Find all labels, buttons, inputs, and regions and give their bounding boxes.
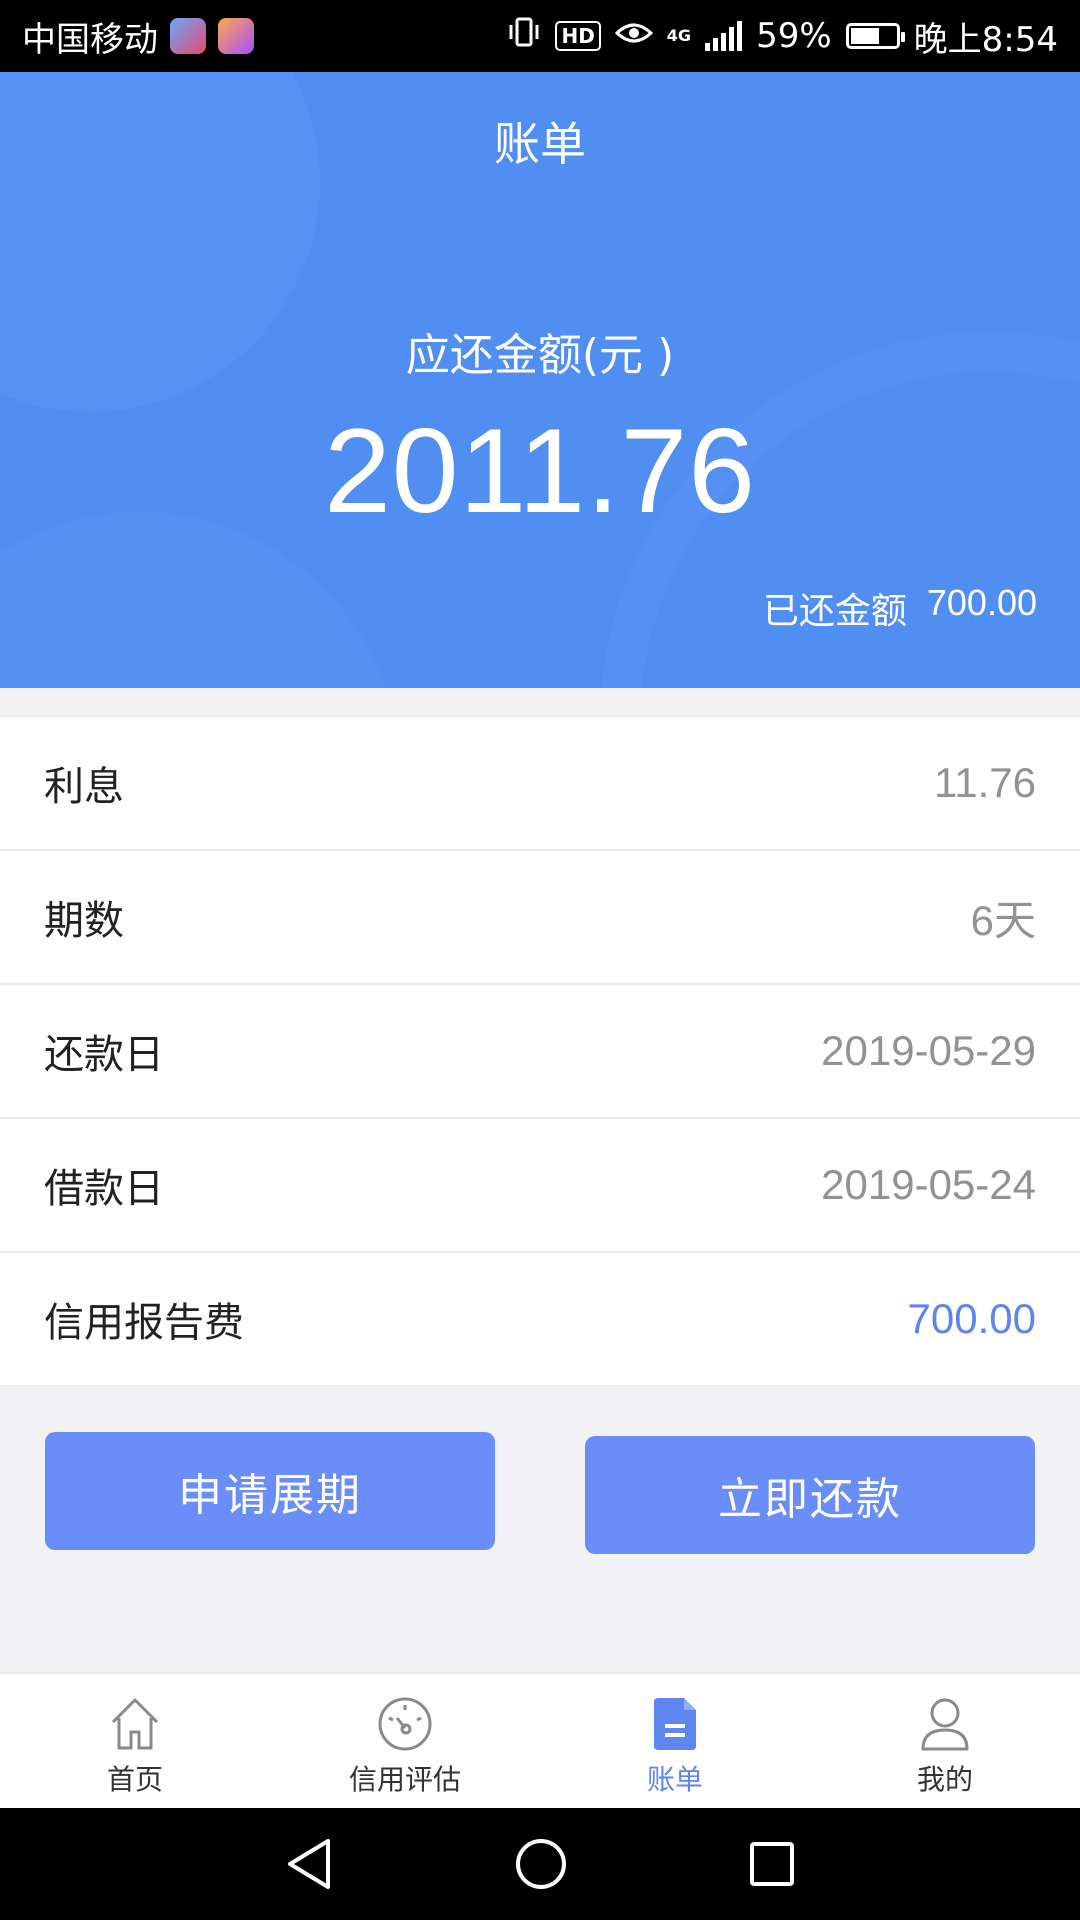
battery-percent: 59% bbox=[756, 16, 832, 56]
gauge-icon bbox=[378, 1697, 432, 1751]
detail-value: 2019-05-24 bbox=[821, 1161, 1036, 1208]
detail-label: 还款日 bbox=[44, 1032, 164, 1078]
nav-item-mine[interactable]: 我的 bbox=[810, 1674, 1080, 1810]
bill-icon bbox=[654, 1698, 696, 1750]
nav-label: 我的 bbox=[916, 1763, 973, 1796]
detail-value: 700.00 bbox=[907, 1295, 1036, 1342]
detail-value: 6天 bbox=[970, 896, 1036, 944]
bottom-nav: 首页 信用评估 账单 我的 bbox=[0, 1672, 1080, 1810]
home-icon bbox=[111, 1698, 159, 1750]
home-circle-icon[interactable] bbox=[514, 1837, 568, 1891]
vibrate-icon bbox=[507, 16, 541, 56]
detail-row-term: 期数 6天 bbox=[0, 851, 1080, 985]
page-title: 账单 bbox=[494, 117, 586, 171]
carrier-label: 中国移动 bbox=[22, 19, 158, 60]
detail-value: 11.76 bbox=[934, 759, 1036, 806]
nav-label: 信用评估 bbox=[348, 1763, 461, 1796]
eye-icon bbox=[614, 16, 653, 56]
detail-label: 期数 bbox=[44, 898, 124, 944]
signal-icon bbox=[705, 21, 743, 51]
detail-label: 借款日 bbox=[44, 1166, 164, 1212]
detail-label: 信用报告费 bbox=[44, 1300, 244, 1346]
detail-value: 2019-05-29 bbox=[821, 1027, 1036, 1074]
detail-row-interest: 利息 11.76 bbox=[0, 717, 1080, 851]
nav-item-home[interactable]: 首页 bbox=[0, 1674, 270, 1810]
nav-item-bill[interactable]: 账单 bbox=[540, 1674, 810, 1810]
detail-row-loan-date: 借款日 2019-05-24 bbox=[0, 1119, 1080, 1253]
video-app-icon bbox=[170, 18, 206, 54]
nav-label: 首页 bbox=[106, 1763, 163, 1796]
system-nav-bar bbox=[0, 1808, 1080, 1920]
apply-extension-button[interactable]: 申请展期 bbox=[45, 1432, 495, 1550]
bill-details-list: 利息 11.76 期数 6天 还款日 2019-05-29 借款日 2019-0… bbox=[0, 716, 1080, 1387]
amount-due-label: 应还金额(元 ) bbox=[405, 330, 675, 381]
paid-amount-label: 已还金额 bbox=[762, 591, 907, 632]
clock: 晚上8:54 bbox=[913, 19, 1058, 60]
chat-app-icon bbox=[218, 18, 254, 54]
user-icon bbox=[921, 1698, 969, 1751]
recents-icon[interactable] bbox=[748, 1840, 796, 1888]
nav-label: 账单 bbox=[646, 1763, 703, 1796]
status-bar: 中国移动 HD 4G 59% 晚上8:54 bbox=[0, 0, 1080, 72]
back-icon[interactable] bbox=[284, 1837, 334, 1891]
repay-now-button[interactable]: 立即还款 bbox=[585, 1436, 1035, 1554]
amount-due-value: 2011.76 bbox=[324, 404, 756, 538]
nav-item-credit-assessment[interactable]: 信用评估 bbox=[270, 1674, 540, 1810]
bill-header: 账单 应还金额(元 ) 2011.76 已还金额 700.00 bbox=[0, 72, 1080, 688]
battery-icon bbox=[845, 23, 905, 49]
detail-row-credit-report-fee: 信用报告费 700.00 bbox=[0, 1253, 1080, 1387]
paid-amount-value: 700.00 bbox=[926, 582, 1037, 623]
network-type-label: 4G bbox=[666, 26, 692, 45]
detail-row-repay-date: 还款日 2019-05-29 bbox=[0, 985, 1080, 1119]
paid-amount: 已还金额 700.00 bbox=[763, 582, 1037, 634]
hd-icon: HD bbox=[555, 21, 601, 51]
detail-label: 利息 bbox=[44, 764, 124, 810]
